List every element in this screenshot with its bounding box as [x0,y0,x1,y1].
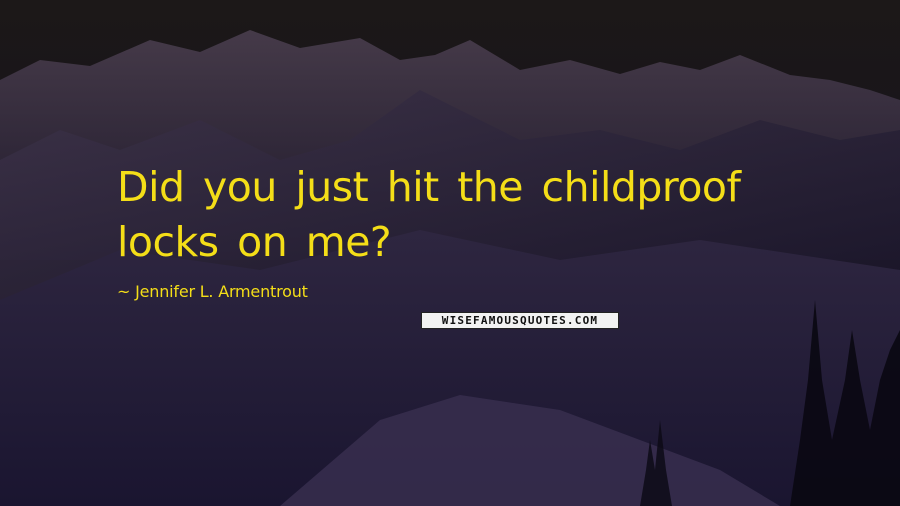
watermark-text: WISEFAMOUSQUOTES.COM [441,314,599,327]
watermark-logo: WISEFAMOUSQUOTES.COM [421,312,619,329]
quote-text: Did you just hit the childproof locks on… [117,163,741,266]
quote-author: ~ Jennifer L. Armentrout [117,282,308,301]
quote-card: Did you just hit the childproof locks on… [0,0,900,506]
